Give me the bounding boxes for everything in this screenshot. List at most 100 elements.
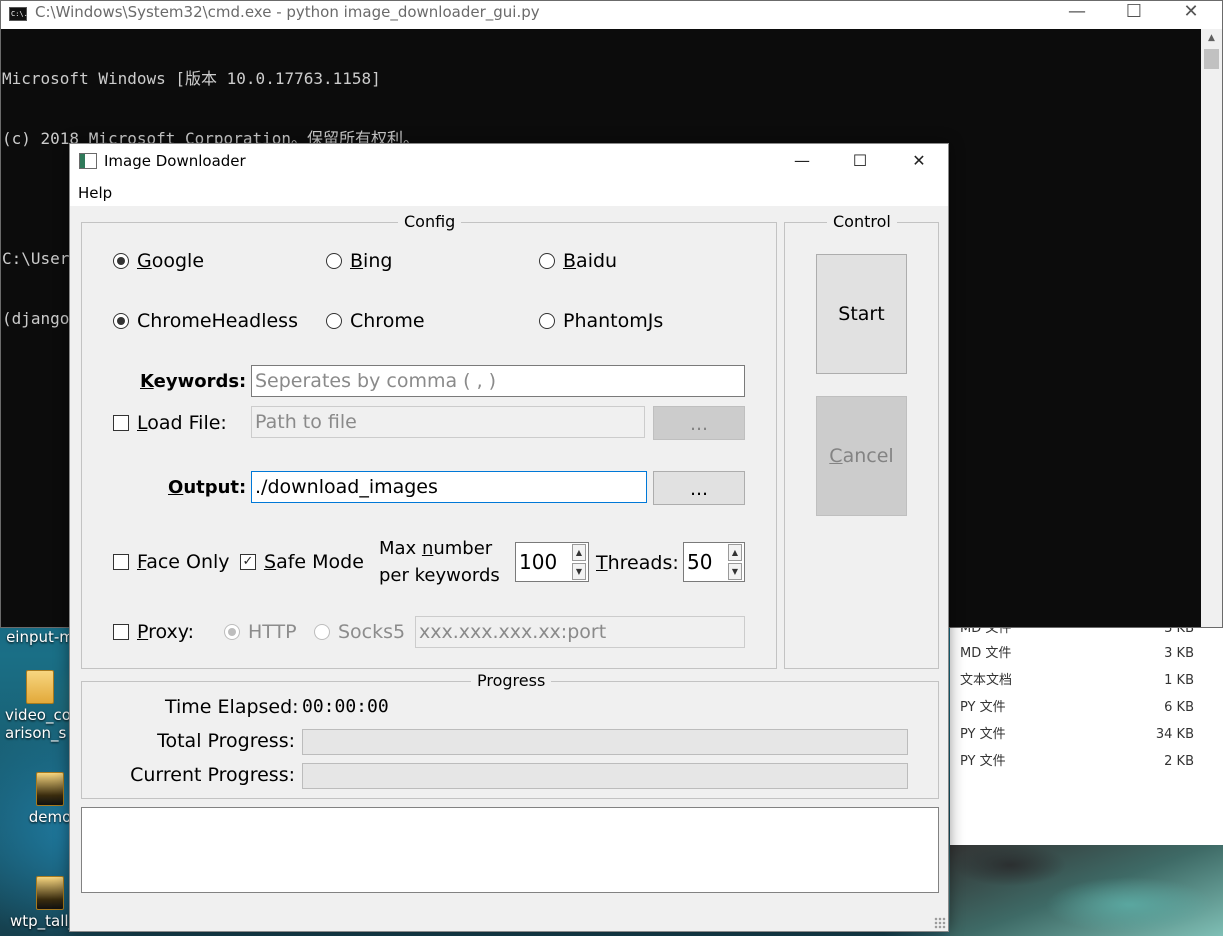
mnemonic: G	[137, 250, 152, 272]
cmd-maximize-button[interactable]: ☐	[1105, 1, 1163, 27]
max-number-label: Max number	[379, 538, 493, 559]
keywords-input[interactable]: Seperates by comma ( , )	[251, 365, 745, 397]
threads-spinbox[interactable]: 50 ▲ ▼	[683, 542, 745, 582]
start-button[interactable]: Start	[816, 254, 907, 374]
radio-label: ing	[363, 250, 393, 272]
config-group-title: Config	[398, 213, 462, 231]
config-group: Config Google Bing Baidu ChromeHeadless …	[81, 213, 777, 669]
wallpaper-rocks	[950, 845, 1223, 936]
cmd-scrollbar[interactable]: ▲	[1201, 29, 1222, 627]
folder-icon	[26, 670, 54, 704]
control-group: Control Start Cancel	[784, 213, 939, 669]
current-progress-bar	[302, 763, 908, 789]
checkbox-indicator	[113, 624, 129, 640]
explorer-file-list: MD 文件 3 KB MD 文件 3 KB 文本文档 1 KB PY 文件 6 …	[950, 621, 1223, 845]
radio-indicator	[326, 253, 342, 269]
radio-label: Socks5	[338, 621, 406, 643]
radio-label: HTTP	[248, 621, 297, 643]
file-icon	[36, 876, 64, 910]
total-progress-bar	[302, 729, 908, 755]
output-browse-button[interactable]: ...	[653, 471, 745, 505]
minimize-icon: —	[1068, 1, 1086, 22]
spinbox-value: 50	[687, 550, 713, 574]
file-row[interactable]: PY 文件 2 KB	[960, 748, 1200, 775]
desktop-icon-label: demo	[28, 808, 72, 826]
cmd-minimize-button[interactable]: —	[1048, 1, 1106, 27]
spinbox-value: 100	[519, 550, 558, 574]
file-type: PY 文件	[960, 700, 1006, 715]
app-window-icon	[79, 153, 97, 169]
mnemonic: B	[350, 250, 364, 272]
radio-indicator	[224, 624, 240, 640]
progress-group-title: Progress	[471, 672, 552, 690]
cancel-button[interactable]: Cancel	[816, 396, 907, 516]
resize-grip-icon[interactable]	[934, 917, 946, 929]
cmd-app-icon: C:\.	[9, 7, 28, 21]
checkbox-indicator	[113, 415, 129, 431]
radio-indicator	[113, 313, 129, 329]
radio-indicator	[539, 313, 555, 329]
file-row[interactable]: PY 文件 6 KB	[960, 694, 1200, 721]
file-size: 2 KB	[1164, 754, 1194, 769]
max-number-spinbox[interactable]: 100 ▲ ▼	[515, 542, 589, 582]
log-output-textarea[interactable]	[81, 807, 939, 893]
minimize-icon: —	[794, 151, 810, 170]
scrollbar-thumb[interactable]	[1204, 49, 1219, 69]
file-size: 34 KB	[1155, 727, 1194, 742]
app-minimize-button[interactable]: —	[773, 144, 831, 178]
desktop-icon-einput[interactable]: einput-m	[0, 628, 80, 646]
image-downloader-window: Image Downloader — ☐ ✕ Help Config Googl…	[69, 143, 949, 932]
radio-label: ChromeHeadless	[137, 310, 298, 332]
file-size: 1 KB	[1164, 673, 1194, 688]
spin-down-icon[interactable]: ▼	[572, 563, 586, 580]
desktop-icon-label: einput-m	[6, 628, 74, 646]
load-file-path-input[interactable]: Path to file	[251, 406, 645, 438]
maximize-icon: ☐	[852, 151, 868, 170]
max-number-label-line2: per keywords	[379, 565, 500, 586]
radio-indicator	[314, 624, 330, 640]
file-row[interactable]: MD 文件 3 KB	[960, 640, 1200, 667]
maximize-icon: ☐	[1125, 1, 1143, 22]
app-maximize-button[interactable]: ☐	[831, 144, 889, 178]
time-elapsed-value: 00:00:00	[302, 696, 389, 717]
output-label: Output:	[168, 477, 247, 498]
threads-label: Threads:	[596, 552, 679, 574]
radio-label: oogle	[151, 250, 205, 272]
app-titlebar[interactable]: Image Downloader — ☐ ✕	[70, 144, 948, 178]
file-type: PY 文件	[960, 727, 1006, 742]
radio-indicator	[326, 313, 342, 329]
progress-group: Progress Time Elapsed: 00:00:00 Total Pr…	[81, 672, 939, 799]
close-icon: ✕	[1183, 1, 1199, 22]
spin-down-icon[interactable]: ▼	[728, 563, 742, 580]
file-icon	[36, 772, 64, 806]
current-progress-label: Current Progress:	[130, 764, 295, 786]
keywords-label: Keywords:	[140, 371, 247, 392]
radio-indicator	[113, 253, 129, 269]
file-size: 6 KB	[1164, 700, 1194, 715]
menubar: Help	[70, 178, 948, 206]
radio-indicator	[539, 253, 555, 269]
console-line: Microsoft Windows [版本 10.0.17763.1158]	[2, 69, 381, 88]
spin-up-icon[interactable]: ▲	[728, 544, 742, 561]
control-group-title: Control	[827, 213, 897, 231]
file-type: MD 文件	[960, 646, 1012, 661]
file-row[interactable]: PY 文件 34 KB	[960, 721, 1200, 748]
desktop-icon-video-comparison[interactable]: video_co arison_s	[0, 670, 80, 742]
cmd-titlebar[interactable]: C:\. C:\Windows\System32\cmd.exe - pytho…	[1, 1, 1222, 29]
checkmark-icon: ✓	[240, 554, 256, 570]
app-window-title: Image Downloader	[104, 152, 246, 170]
radio-label: Chrome	[350, 310, 425, 332]
menu-help[interactable]: Help	[78, 178, 112, 206]
checkbox-indicator	[113, 554, 129, 570]
app-close-button[interactable]: ✕	[890, 144, 948, 178]
cmd-close-button[interactable]: ✕	[1162, 1, 1220, 27]
file-row[interactable]: 文本文档 1 KB	[960, 667, 1200, 694]
proxy-address-input[interactable]: xxx.xxx.xxx.xx:port	[415, 616, 745, 648]
scroll-up-icon[interactable]: ▲	[1201, 29, 1222, 47]
mnemonic: B	[563, 250, 577, 272]
load-file-browse-button[interactable]: ...	[653, 406, 745, 440]
output-path-input[interactable]: ./download_images	[251, 471, 647, 503]
spin-up-icon[interactable]: ▲	[572, 544, 586, 561]
radio-label: aidu	[576, 250, 618, 272]
desktop-icon-label: video_co arison_s	[5, 706, 71, 742]
